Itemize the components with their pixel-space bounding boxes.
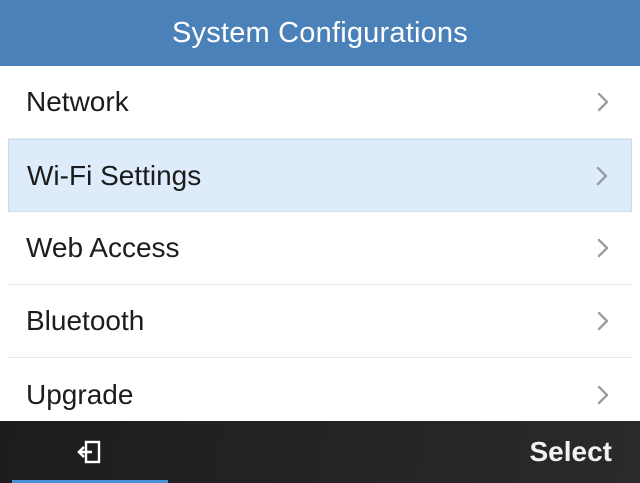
menu-item-network[interactable]: Network bbox=[8, 66, 632, 139]
select-softkey[interactable]: Select bbox=[530, 421, 613, 483]
menu-item-web-access[interactable]: Web Access bbox=[8, 212, 632, 285]
menu-item-upgrade[interactable]: Upgrade bbox=[8, 358, 632, 421]
page-title-bar: System Configurations bbox=[0, 0, 640, 66]
select-softkey-label: Select bbox=[529, 436, 613, 467]
menu-item-label: Upgrade bbox=[26, 378, 134, 410]
softkey-bar: Select bbox=[0, 421, 640, 483]
back-softkey[interactable] bbox=[12, 421, 168, 483]
chevron-right-icon bbox=[597, 238, 609, 258]
menu-item-label: Bluetooth bbox=[26, 305, 145, 336]
chevron-right-icon bbox=[597, 385, 609, 404]
chevron-right-icon bbox=[597, 92, 609, 112]
exit-icon bbox=[77, 440, 101, 464]
menu-item-bluetooth[interactable]: Bluetooth bbox=[8, 285, 632, 358]
page-title: System Configurations bbox=[172, 16, 468, 49]
menu-item-wifi-settings[interactable]: Wi-Fi Settings bbox=[8, 139, 632, 212]
menu-item-label: Wi-Fi Settings bbox=[27, 159, 202, 191]
menu-item-label: Network bbox=[26, 86, 129, 117]
menu-item-label: Web Access bbox=[26, 232, 180, 263]
chevron-right-icon bbox=[597, 311, 609, 331]
settings-menu: Network Wi-Fi Settings Web Access Blueto… bbox=[0, 66, 640, 421]
screen: System Configurations Network Wi-Fi Sett… bbox=[0, 0, 640, 483]
chevron-right-icon bbox=[596, 166, 608, 185]
